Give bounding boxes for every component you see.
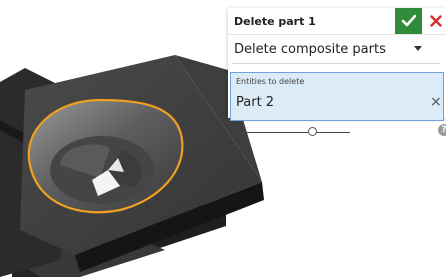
delete-mode-dropdown[interactable]: Delete composite parts bbox=[232, 37, 440, 64]
header-divider bbox=[228, 34, 446, 35]
dialog-header: Delete part 1 bbox=[228, 8, 446, 34]
dialog-title: Delete part 1 bbox=[234, 15, 316, 28]
close-icon bbox=[430, 15, 442, 27]
checkmark-icon bbox=[401, 14, 416, 27]
cancel-button[interactable] bbox=[426, 8, 446, 34]
entities-to-delete-field[interactable]: Entities to delete Part 2 × bbox=[230, 72, 444, 121]
list-item[interactable]: Part 2 × bbox=[236, 93, 442, 113]
entity-label: Part 2 bbox=[236, 95, 275, 110]
delete-part-dialog: Delete part 1 Delete composite parts Ent… bbox=[228, 8, 446, 136]
accept-button[interactable] bbox=[395, 8, 422, 34]
rollback-slider-track[interactable] bbox=[234, 132, 350, 133]
delete-mode-value: Delete composite parts bbox=[234, 42, 386, 57]
caret-down-icon bbox=[414, 46, 422, 51]
entities-label: Entities to delete bbox=[236, 77, 305, 86]
help-icon[interactable]: ? bbox=[438, 124, 446, 136]
remove-icon[interactable]: × bbox=[430, 94, 442, 110]
